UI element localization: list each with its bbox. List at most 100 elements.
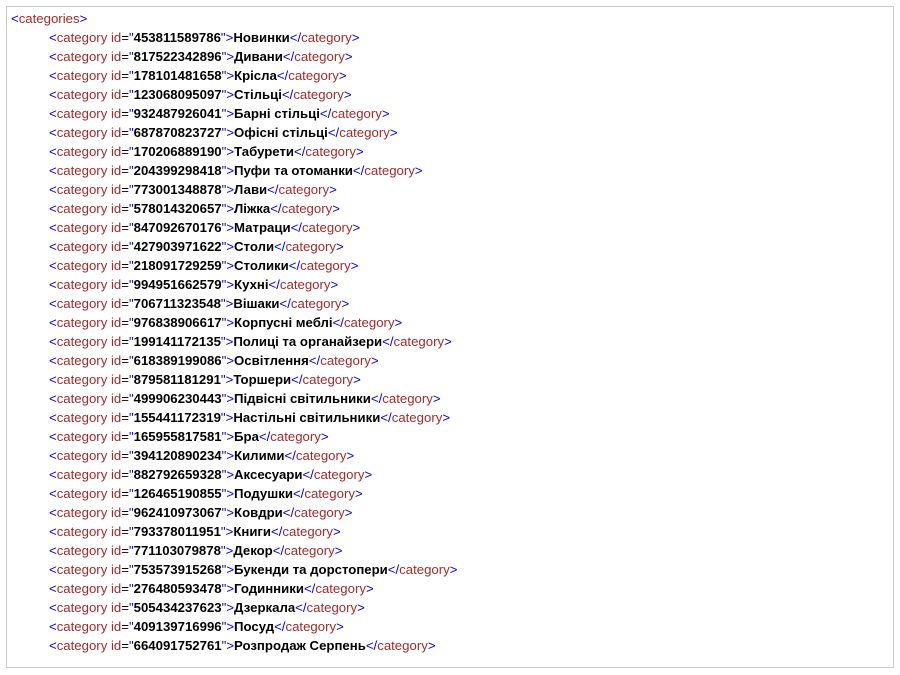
bracket-lt: < — [49, 220, 57, 235]
bracket-lt: < — [49, 334, 57, 349]
bracket-gt: > — [226, 239, 234, 254]
bracket-lt-close: </ — [293, 486, 304, 501]
xml-category-line: <category id="618389199086">Освітлення</… — [11, 351, 889, 370]
xml-category-line: <category id="505434237623">Дзеркала</ca… — [11, 598, 889, 617]
bracket-lt-close: </ — [274, 619, 285, 634]
xml-category-line: <category id="427903971622">Столи</categ… — [11, 237, 889, 256]
category-text: Лави — [234, 182, 267, 197]
bracket-lt-close: </ — [304, 581, 315, 596]
attr-name: id — [111, 144, 121, 159]
bracket-lt-close: </ — [269, 277, 280, 292]
attr-value-id: 126465190855 — [134, 486, 222, 501]
xml-category-line: <category id="879581181291">Торшери</cat… — [11, 370, 889, 389]
bracket-lt-close: </ — [291, 372, 302, 387]
attr-name: id — [111, 49, 121, 64]
bracket-gt-close: > — [415, 163, 423, 178]
child-tag-name-close: category — [364, 163, 415, 178]
equals-sign: = — [121, 220, 129, 235]
bracket-lt-close: </ — [285, 448, 296, 463]
child-tag-name-close: category — [280, 277, 331, 292]
xml-category-line: <category id="123068095097">Стільці</cat… — [11, 85, 889, 104]
bracket-lt: < — [49, 125, 57, 140]
xml-category-line: <category id="962410973067">Ковдри</cate… — [11, 503, 889, 522]
attr-name: id — [111, 562, 121, 577]
xml-category-line: <category id="793378011951">Книги</categ… — [11, 522, 889, 541]
child-tag-name: category — [57, 239, 108, 254]
bracket-lt-close: </ — [280, 296, 291, 311]
bracket-gt: > — [226, 315, 234, 330]
child-tag-name: category — [57, 353, 108, 368]
bracket-lt-close: </ — [283, 49, 294, 64]
bracket-lt: < — [49, 448, 57, 463]
bracket-lt: < — [49, 315, 57, 330]
category-text: Настільні світильники — [233, 410, 380, 425]
child-tag-name: category — [57, 486, 108, 501]
bracket-gt-close: > — [442, 410, 450, 425]
attr-name: id — [111, 30, 121, 45]
bracket-gt: > — [226, 125, 234, 140]
equals-sign: = — [121, 410, 129, 425]
child-tag-name-close: category — [315, 581, 366, 596]
bracket-gt-close: > — [344, 87, 352, 102]
bracket-lt-close: </ — [371, 391, 382, 406]
xml-category-line: <category id="126465190855">Подушки</cat… — [11, 484, 889, 503]
bracket-gt: > — [226, 467, 234, 482]
child-tag-name-close: category — [382, 391, 433, 406]
attr-name: id — [111, 429, 121, 444]
xml-category-line: <category id="204399298418">Пуфи та отом… — [11, 161, 889, 180]
child-tag-name: category — [57, 543, 108, 558]
bracket-lt-close: </ — [274, 239, 285, 254]
attr-name: id — [111, 619, 121, 634]
bracket-gt: > — [226, 638, 234, 653]
equals-sign: = — [121, 163, 129, 178]
equals-sign: = — [121, 372, 129, 387]
xml-category-line: <category id="753573915268">Букенди та д… — [11, 560, 889, 579]
bracket-gt-close: > — [329, 182, 337, 197]
child-tag-name-close: category — [344, 315, 395, 330]
bracket-gt-close: > — [339, 68, 347, 83]
bracket-lt-close: </ — [388, 562, 399, 577]
child-tag-name: category — [57, 429, 108, 444]
category-text: Килими — [234, 448, 285, 463]
bracket-gt: > — [226, 562, 234, 577]
bracket-gt-close: > — [336, 239, 344, 254]
attr-value-id: 218091729259 — [134, 258, 222, 273]
attr-value-id: 847092670176 — [134, 220, 222, 235]
bracket-gt-close: > — [395, 315, 403, 330]
child-tag-name: category — [57, 144, 108, 159]
bracket-gt: > — [80, 11, 88, 26]
bracket-lt: < — [49, 30, 57, 45]
category-text: Годинники — [234, 581, 304, 596]
equals-sign: = — [121, 277, 129, 292]
child-tag-name: category — [57, 600, 108, 615]
attr-name: id — [111, 239, 121, 254]
category-text: Підвісні світильники — [234, 391, 371, 406]
equals-sign: = — [121, 600, 129, 615]
category-text: Ковдри — [234, 505, 283, 520]
bracket-lt: < — [49, 562, 57, 577]
bracket-gt: > — [226, 391, 234, 406]
child-tag-name: category — [57, 30, 108, 45]
bracket-gt-close: > — [352, 30, 360, 45]
child-tag-name-close: category — [285, 619, 336, 634]
bracket-lt-close: </ — [259, 429, 270, 444]
bracket-lt-close: </ — [309, 353, 320, 368]
child-tag-name-close: category — [339, 125, 390, 140]
bracket-lt-close: </ — [302, 467, 313, 482]
bracket-lt-close: </ — [273, 543, 284, 558]
child-tag-name-close: category — [305, 144, 356, 159]
bracket-lt-close: </ — [333, 315, 344, 330]
xml-category-line: <category id="771103079878">Декор</categ… — [11, 541, 889, 560]
attr-name: id — [111, 163, 121, 178]
xml-category-line: <category id="409139716996">Посуд</categ… — [11, 617, 889, 636]
category-text: Освітлення — [234, 353, 309, 368]
xml-category-line: <category id="994951662579">Кухні</categ… — [11, 275, 889, 294]
xml-category-line: <category id="178101481658">Крісла</cate… — [11, 66, 889, 85]
attr-value-id: 773001348878 — [134, 182, 222, 197]
bracket-gt-close: > — [428, 638, 436, 653]
category-text: Дивани — [234, 49, 283, 64]
child-tag-name: category — [57, 467, 108, 482]
bracket-lt: < — [11, 11, 19, 26]
child-tag-name-close: category — [288, 68, 339, 83]
attr-value-id: 687870823727 — [134, 125, 222, 140]
